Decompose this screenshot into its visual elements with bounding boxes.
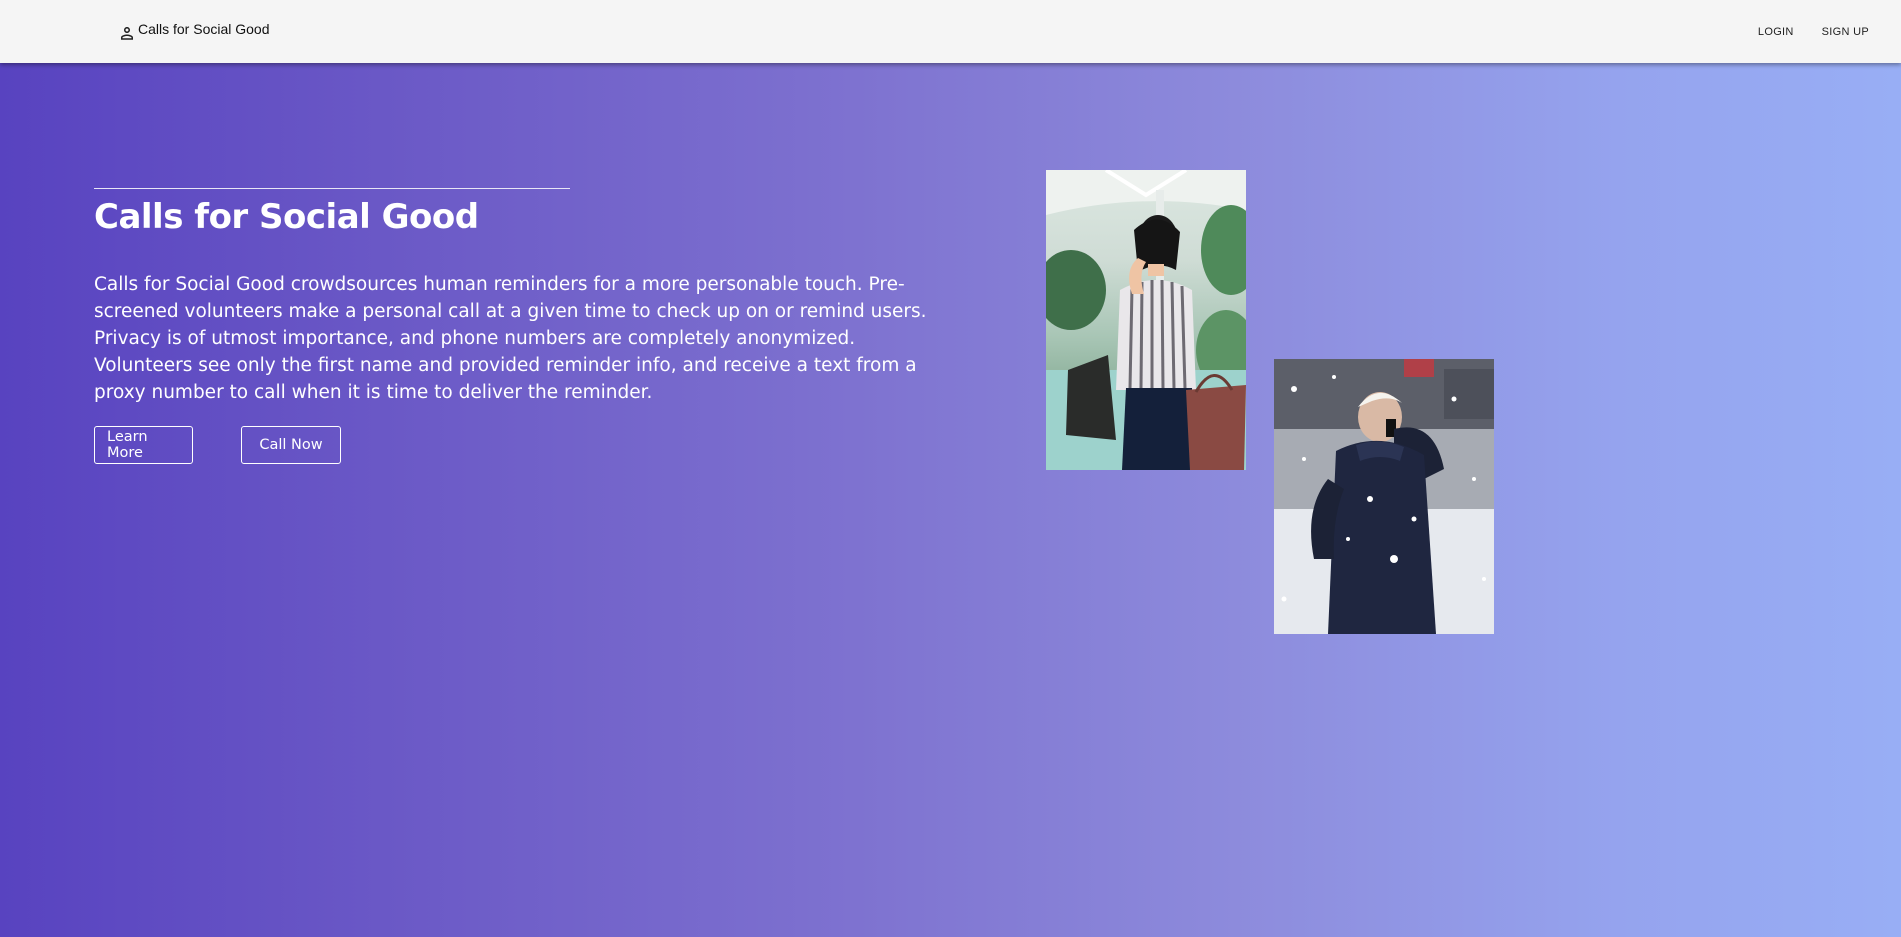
brand-name: Calls for Social Good [138, 21, 270, 37]
navbar: Calls for Social Good LOGIN SIGN UP [0, 0, 1901, 63]
hero-section: Calls for Social Good Calls for Social G… [94, 188, 954, 464]
man-on-phone-photo [1274, 359, 1494, 634]
woman-on-phone-illustration [1046, 170, 1246, 470]
woman-on-phone-photo [1046, 170, 1246, 470]
call-now-button[interactable]: Call Now [241, 426, 341, 464]
hero-title: Calls for Social Good [94, 197, 479, 237]
hero-description: Calls for Social Good crowdsources human… [94, 274, 927, 403]
page: Calls for Social Good LOGIN SIGN UP Call… [0, 0, 1901, 937]
signup-link[interactable]: SIGN UP [1808, 26, 1869, 38]
nav-links: LOGIN SIGN UP [1744, 26, 1869, 38]
person-icon [121, 27, 133, 40]
title-divider [94, 188, 570, 189]
brand[interactable]: Calls for Social Good [118, 20, 270, 44]
hero-buttons: Learn More Call Now [94, 426, 954, 464]
learn-more-button[interactable]: Learn More [94, 426, 193, 464]
man-on-phone-illustration [1274, 359, 1494, 634]
login-link[interactable]: LOGIN [1744, 26, 1808, 38]
